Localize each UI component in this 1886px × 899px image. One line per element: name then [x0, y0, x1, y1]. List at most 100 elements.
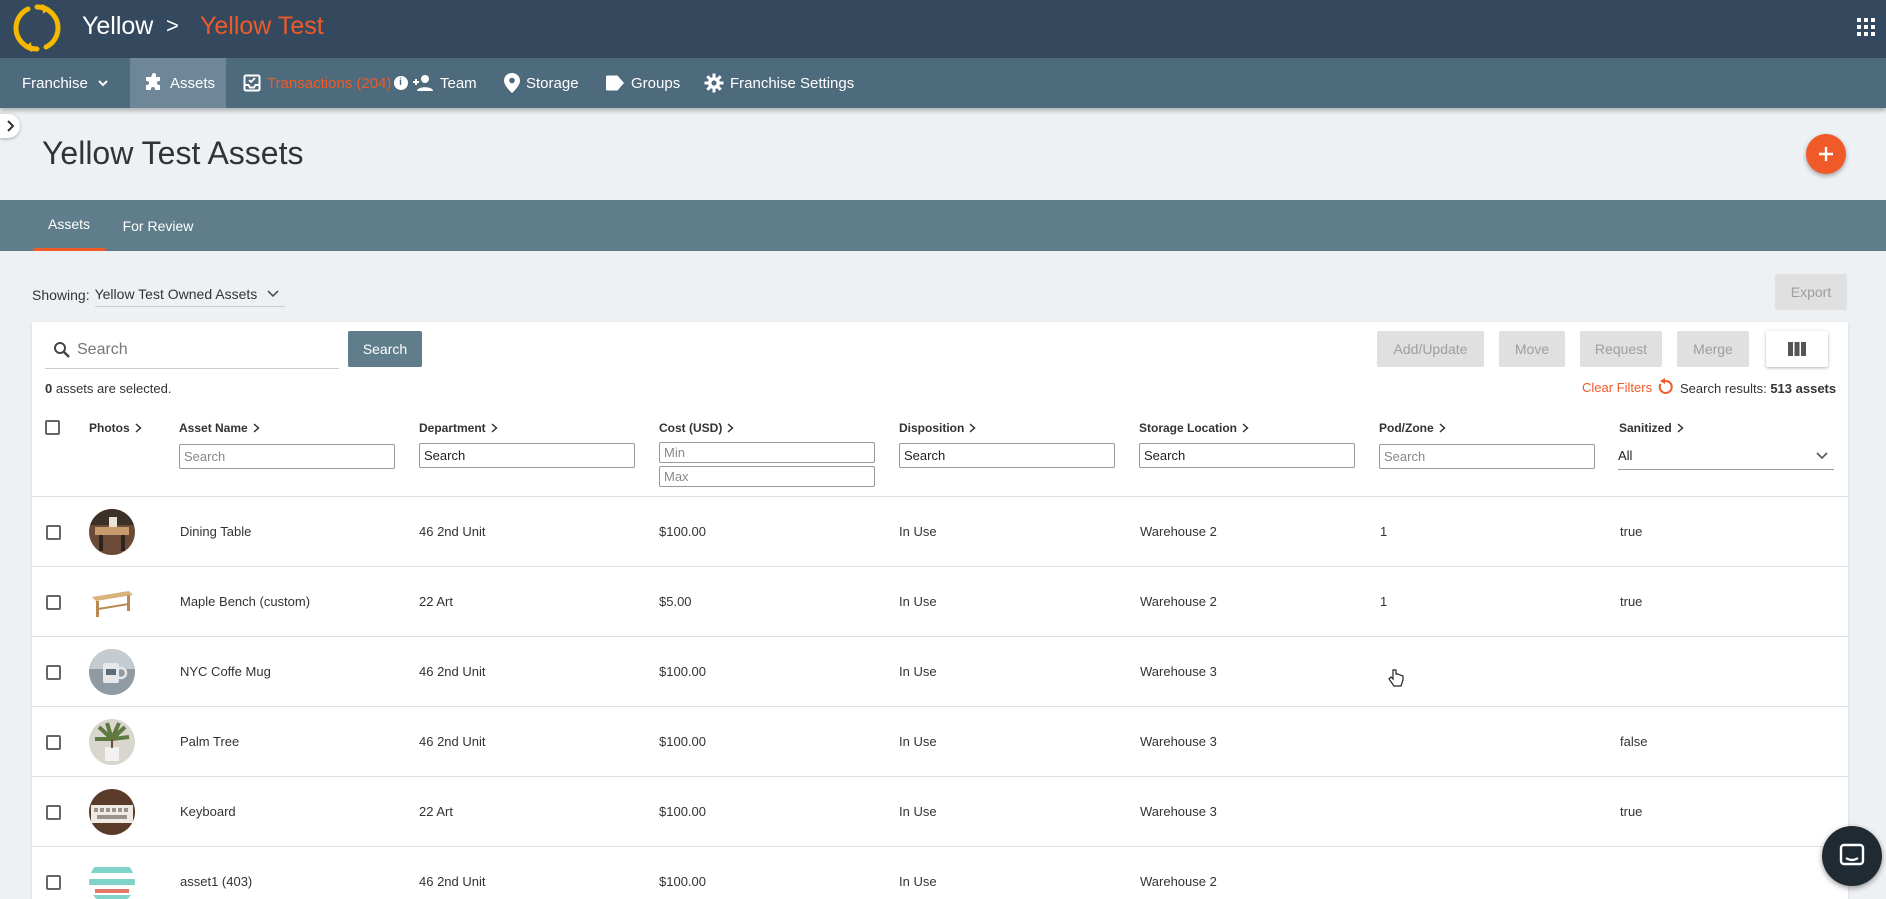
showing-select[interactable]: Yellow Test Owned Assets — [94, 284, 286, 307]
filter-disposition[interactable] — [899, 443, 1115, 468]
keyboard-thumbnail — [89, 789, 135, 835]
asset-name[interactable]: Dining Table — [180, 524, 251, 539]
column-header-storage-location[interactable]: Storage Location — [1139, 421, 1249, 435]
asset-location: Warehouse 3 — [1140, 734, 1217, 749]
nav-franchise-settings-label: Franchise Settings — [730, 74, 855, 92]
column-label: Cost (USD) — [659, 421, 723, 435]
asset-location: Warehouse 3 — [1140, 664, 1217, 679]
asset-name[interactable]: Keyboard — [180, 804, 236, 819]
sidebar-toggle[interactable] — [0, 114, 20, 138]
filter-storage-location[interactable] — [1139, 443, 1355, 468]
row-checkbox[interactable] — [46, 735, 61, 750]
export-button[interactable]: Export — [1775, 274, 1847, 310]
column-header-pod-zone[interactable]: Pod/Zone — [1379, 421, 1446, 435]
showing-filter: Showing: Yellow Test Owned Assets — [32, 284, 286, 307]
dining-table-thumbnail — [89, 509, 135, 555]
chevron-right-icon — [727, 423, 734, 433]
search-button[interactable]: Search — [348, 331, 422, 367]
view-columns-icon — [1788, 342, 1806, 356]
add-update-button[interactable]: Add/Update — [1377, 331, 1484, 367]
asset1-thumbnail — [89, 859, 135, 899]
refresh-logo-icon[interactable] — [12, 3, 62, 53]
asset-sanitized: true — [1620, 594, 1643, 609]
clear-filters-button[interactable]: Clear Filters — [1582, 378, 1674, 396]
filter-asset-name[interactable] — [179, 444, 395, 469]
row-checkbox[interactable] — [46, 805, 61, 820]
asset-disposition: In Use — [899, 874, 937, 889]
row-checkbox[interactable] — [46, 665, 61, 680]
asset-location: Warehouse 3 — [1140, 804, 1217, 819]
breadcrumb-current[interactable]: Yellow Test — [200, 12, 324, 41]
asset-photo[interactable] — [89, 649, 135, 695]
nav-team[interactable]: Team — [412, 58, 477, 108]
breadcrumb-root[interactable]: Yellow — [82, 12, 153, 41]
chevron-right-icon — [135, 423, 142, 433]
asset-photo[interactable] — [89, 719, 135, 765]
asset-photo[interactable] — [89, 579, 135, 625]
column-header-disposition[interactable]: Disposition — [899, 421, 976, 435]
filter-cost-min[interactable] — [659, 442, 875, 463]
table-row[interactable]: Maple Bench (custom) 22 Art $5.00 In Use… — [32, 566, 1848, 636]
nav-assets[interactable]: Assets — [130, 58, 226, 108]
column-label: Department — [419, 421, 486, 435]
asset-cost: $100.00 — [659, 734, 706, 749]
column-header-asset-name[interactable]: Asset Name — [179, 421, 260, 435]
showing-label: Showing: — [32, 287, 90, 303]
column-header-cost[interactable]: Cost (USD) — [659, 421, 734, 435]
nav-franchise[interactable]: Franchise — [22, 58, 132, 108]
row-checkbox[interactable] — [46, 875, 61, 890]
palm-tree-thumbnail — [89, 719, 135, 765]
select-all-checkbox[interactable] — [45, 420, 60, 435]
table-row[interactable]: Keyboard 22 Art $100.00 In Use Warehouse… — [32, 776, 1848, 846]
filter-pod-zone[interactable] — [1379, 444, 1595, 469]
table-row[interactable]: asset1 (403) 46 2nd Unit $100.00 In Use … — [32, 846, 1848, 899]
add-asset-button[interactable] — [1806, 134, 1846, 174]
asset-photo[interactable] — [89, 859, 135, 899]
tag-icon — [606, 75, 624, 91]
move-button[interactable]: Move — [1499, 331, 1565, 367]
asset-photo[interactable] — [89, 509, 135, 555]
column-label: Sanitized — [1619, 421, 1672, 435]
table-row[interactable]: Palm Tree 46 2nd Unit $100.00 In Use War… — [32, 706, 1848, 776]
asset-name[interactable]: Maple Bench (custom) — [180, 594, 310, 609]
tab-assets[interactable]: Assets — [33, 200, 105, 251]
filter-cost-max[interactable] — [659, 466, 875, 487]
tab-for-review[interactable]: For Review — [118, 200, 198, 251]
asset-cost: $100.00 — [659, 874, 706, 889]
request-button[interactable]: Request — [1580, 331, 1662, 367]
row-checkbox[interactable] — [46, 525, 61, 540]
chat-bubble-icon — [1839, 843, 1865, 866]
table-row[interactable]: Dining Table 46 2nd Unit $100.00 In Use … — [32, 496, 1848, 566]
asset-photo[interactable] — [89, 789, 135, 835]
plus-icon — [1819, 147, 1833, 161]
asset-name[interactable]: Palm Tree — [180, 734, 239, 749]
page-title: Yellow Test Assets — [42, 135, 304, 171]
asset-name[interactable]: asset1 (403) — [180, 874, 252, 889]
search-input[interactable] — [77, 340, 327, 359]
asset-sanitized: false — [1620, 734, 1648, 749]
column-header-department[interactable]: Department — [419, 421, 498, 435]
columns-button[interactable] — [1766, 331, 1828, 367]
asset-department: 46 2nd Unit — [419, 664, 486, 679]
search-field[interactable] — [45, 331, 339, 369]
grid-apps-icon[interactable] — [1857, 18, 1875, 36]
column-header-photos[interactable]: Photos — [89, 421, 142, 435]
chat-button[interactable] — [1822, 826, 1882, 886]
filter-sanitized[interactable]: All — [1618, 442, 1834, 470]
nav-groups[interactable]: Groups — [605, 58, 680, 108]
asset-subtabs: Assets For Review — [0, 200, 1886, 251]
chevron-down-icon — [98, 80, 108, 87]
column-label: Disposition — [899, 421, 965, 435]
merge-button[interactable]: Merge — [1677, 331, 1749, 367]
column-header-sanitized[interactable]: Sanitized — [1619, 421, 1684, 435]
asset-department: 46 2nd Unit — [419, 734, 486, 749]
row-checkbox[interactable] — [46, 595, 61, 610]
table-row[interactable]: NYC Coffe Mug 46 2nd Unit $100.00 In Use… — [32, 636, 1848, 706]
filter-department[interactable] — [419, 443, 635, 468]
nav-transactions[interactable]: Transactions (204) i — [243, 58, 408, 108]
asset-name[interactable]: NYC Coffe Mug — [180, 664, 271, 679]
asset-department: 22 Art — [419, 804, 453, 819]
nav-franchise-settings[interactable]: Franchise Settings — [704, 58, 854, 108]
nav-storage[interactable]: Storage — [504, 58, 579, 108]
chevron-right-icon — [1439, 423, 1446, 433]
